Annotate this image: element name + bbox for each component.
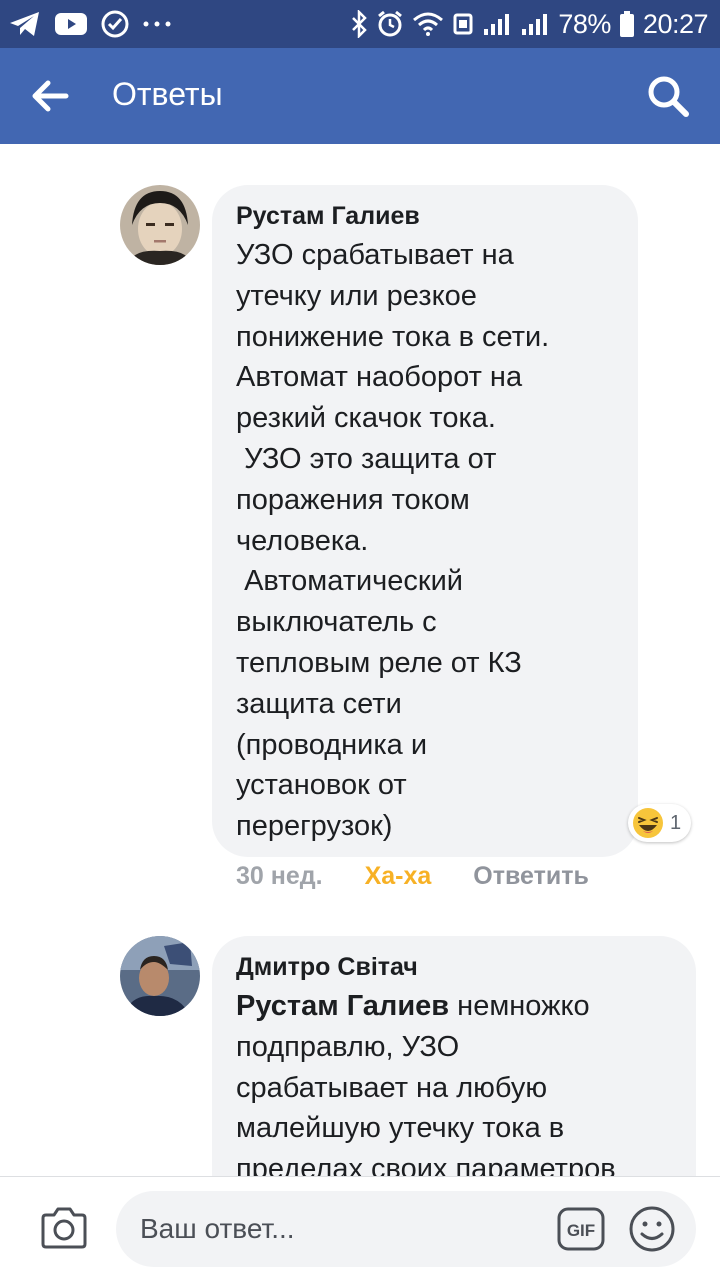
clock: 20:27 (642, 8, 709, 39)
youtube-icon (54, 11, 88, 37)
haha-reaction-button[interactable]: Ха-ха (365, 862, 432, 891)
comment-author[interactable]: Дмитро Світач (236, 950, 672, 984)
page-title: Ответы (112, 76, 223, 112)
bluetooth-icon (350, 10, 368, 38)
camera-button[interactable] (36, 1203, 92, 1253)
telegram-icon (8, 9, 42, 39)
reaction-count: 1 (670, 811, 682, 834)
comment-bubble: Дмитро Світач Рустам Галиев немножко под… (212, 936, 696, 1176)
comment-thread: Рустам Галиев УЗО срабатывает на утечку … (0, 144, 720, 1176)
battery-icon (619, 10, 635, 38)
gif-button[interactable]: GIF (556, 1205, 606, 1253)
status-bar-system: 78% 20:27 (350, 8, 709, 40)
avatar[interactable] (120, 185, 200, 265)
status-bar-notifications (8, 8, 172, 40)
haha-emoji-icon (633, 808, 663, 838)
reaction-summary[interactable]: 1 (628, 804, 692, 842)
alarm-icon (376, 10, 404, 38)
battery-percent: 78% (558, 8, 611, 39)
check-circle-icon (100, 9, 130, 39)
status-bar: 78% 20:27 (0, 0, 720, 48)
data-icon (452, 11, 474, 37)
app-bar: Ответы (0, 48, 720, 144)
arrow-left-icon (32, 80, 69, 112)
search-icon (648, 76, 689, 117)
comment-timestamp[interactable]: 30 нед. (236, 862, 323, 891)
comment-actions: 30 нед. Ха-ха Ответить (236, 862, 589, 891)
mention-link[interactable]: Рустам Галиев (236, 990, 449, 1022)
comment-author[interactable]: Рустам Галиев (236, 199, 614, 233)
wifi-icon (412, 11, 444, 37)
avatar[interactable] (120, 936, 200, 1016)
reply-input[interactable] (116, 1191, 696, 1267)
comment-text: Рустам Галиев немножко подправлю, УЗО ср… (236, 986, 672, 1176)
reply-button[interactable]: Ответить (473, 862, 589, 891)
reply-composer: GIF (0, 1176, 720, 1280)
signal-icon (482, 11, 512, 37)
search-button[interactable] (642, 70, 694, 122)
back-button[interactable] (26, 72, 74, 120)
gif-label: GIF (567, 1221, 595, 1240)
camera-icon (41, 1207, 87, 1249)
more-dots-icon (142, 19, 172, 29)
comment-text: УЗО срабатывает на утечку или резкое пон… (236, 239, 550, 843)
comment-bubble: Рустам Галиев УЗО срабатывает на утечку … (212, 185, 638, 857)
smiley-icon (629, 1206, 675, 1252)
signal-icon (520, 11, 550, 37)
emoji-button[interactable] (626, 1203, 678, 1255)
